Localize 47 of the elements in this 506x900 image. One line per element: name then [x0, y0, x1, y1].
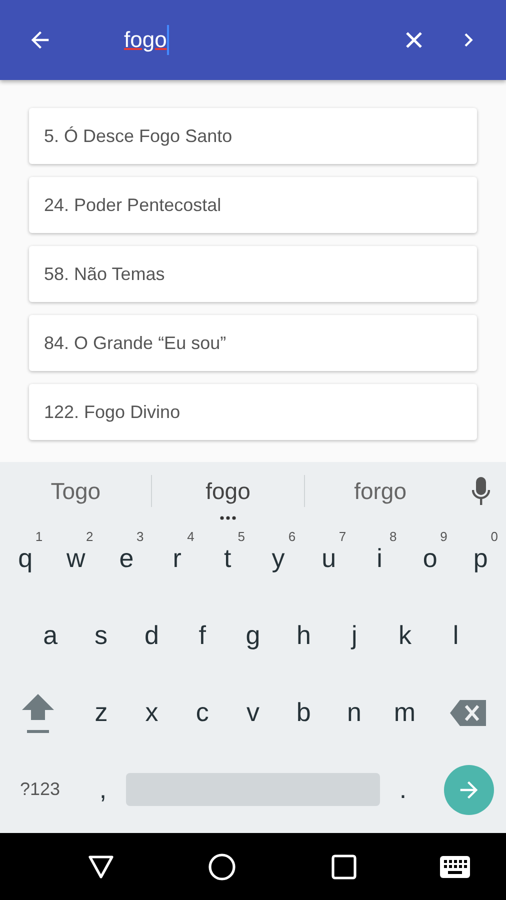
key[interactable]: a	[25, 597, 76, 674]
more-dots-icon	[218, 516, 237, 520]
suggestion[interactable]: fogo	[152, 462, 304, 520]
key[interactable]: 8 i	[354, 520, 405, 597]
result-item[interactable]: 84. O Grande “Eu sou”	[29, 315, 477, 371]
key[interactable]: 5 t	[202, 520, 253, 597]
suggestion[interactable]: Togo	[0, 462, 152, 520]
key[interactable]: x	[126, 674, 178, 751]
key[interactable]: f	[177, 597, 228, 674]
result-item[interactable]: 24. Poder Pentecostal	[29, 177, 477, 233]
search-text: fogo	[124, 27, 167, 53]
comma-key[interactable]: ,	[80, 751, 126, 828]
key[interactable]: z	[76, 674, 126, 751]
key[interactable]: m	[379, 674, 430, 751]
period-key[interactable]: .	[380, 751, 426, 828]
key[interactable]: j	[329, 597, 380, 674]
key[interactable]: 2 w	[50, 520, 102, 597]
keyboard-icon	[440, 856, 470, 878]
key[interactable]: 3 e	[101, 520, 152, 597]
key[interactable]: 9 o	[404, 520, 456, 597]
key[interactable]: g	[228, 597, 278, 674]
result-item[interactable]: 58. Não Temas	[29, 246, 477, 302]
key[interactable]: b	[278, 674, 329, 751]
circle-icon	[208, 852, 236, 880]
symbols-key[interactable]: ?123	[0, 751, 80, 828]
key[interactable]: v	[228, 674, 278, 751]
key[interactable]: 0 p	[455, 520, 506, 597]
shift-icon	[20, 692, 56, 734]
key[interactable]: n	[328, 674, 380, 751]
result-item[interactable]: 5. Ó Desce Fogo Santo	[29, 108, 477, 164]
key[interactable]: 1 q	[0, 520, 51, 597]
backspace-icon	[450, 700, 486, 726]
key[interactable]: s	[76, 597, 126, 674]
key[interactable]: k	[380, 597, 430, 674]
suggestion[interactable]: forgo	[304, 462, 456, 520]
key[interactable]: 4 r	[152, 520, 202, 597]
square-icon	[330, 854, 357, 880]
key[interactable]: c	[177, 674, 228, 751]
result-item[interactable]: 122. Fogo Divino	[29, 384, 477, 440]
triangle-icon	[88, 854, 114, 878]
key[interactable]: 7 u	[304, 520, 354, 597]
key[interactable]: d	[126, 597, 178, 674]
key[interactable]: l	[430, 597, 482, 674]
key[interactable]: h	[278, 597, 330, 674]
search-field[interactable]: fogo	[80, 20, 384, 60]
microphone-icon	[472, 477, 490, 505]
key[interactable]: 6 y	[252, 520, 304, 597]
